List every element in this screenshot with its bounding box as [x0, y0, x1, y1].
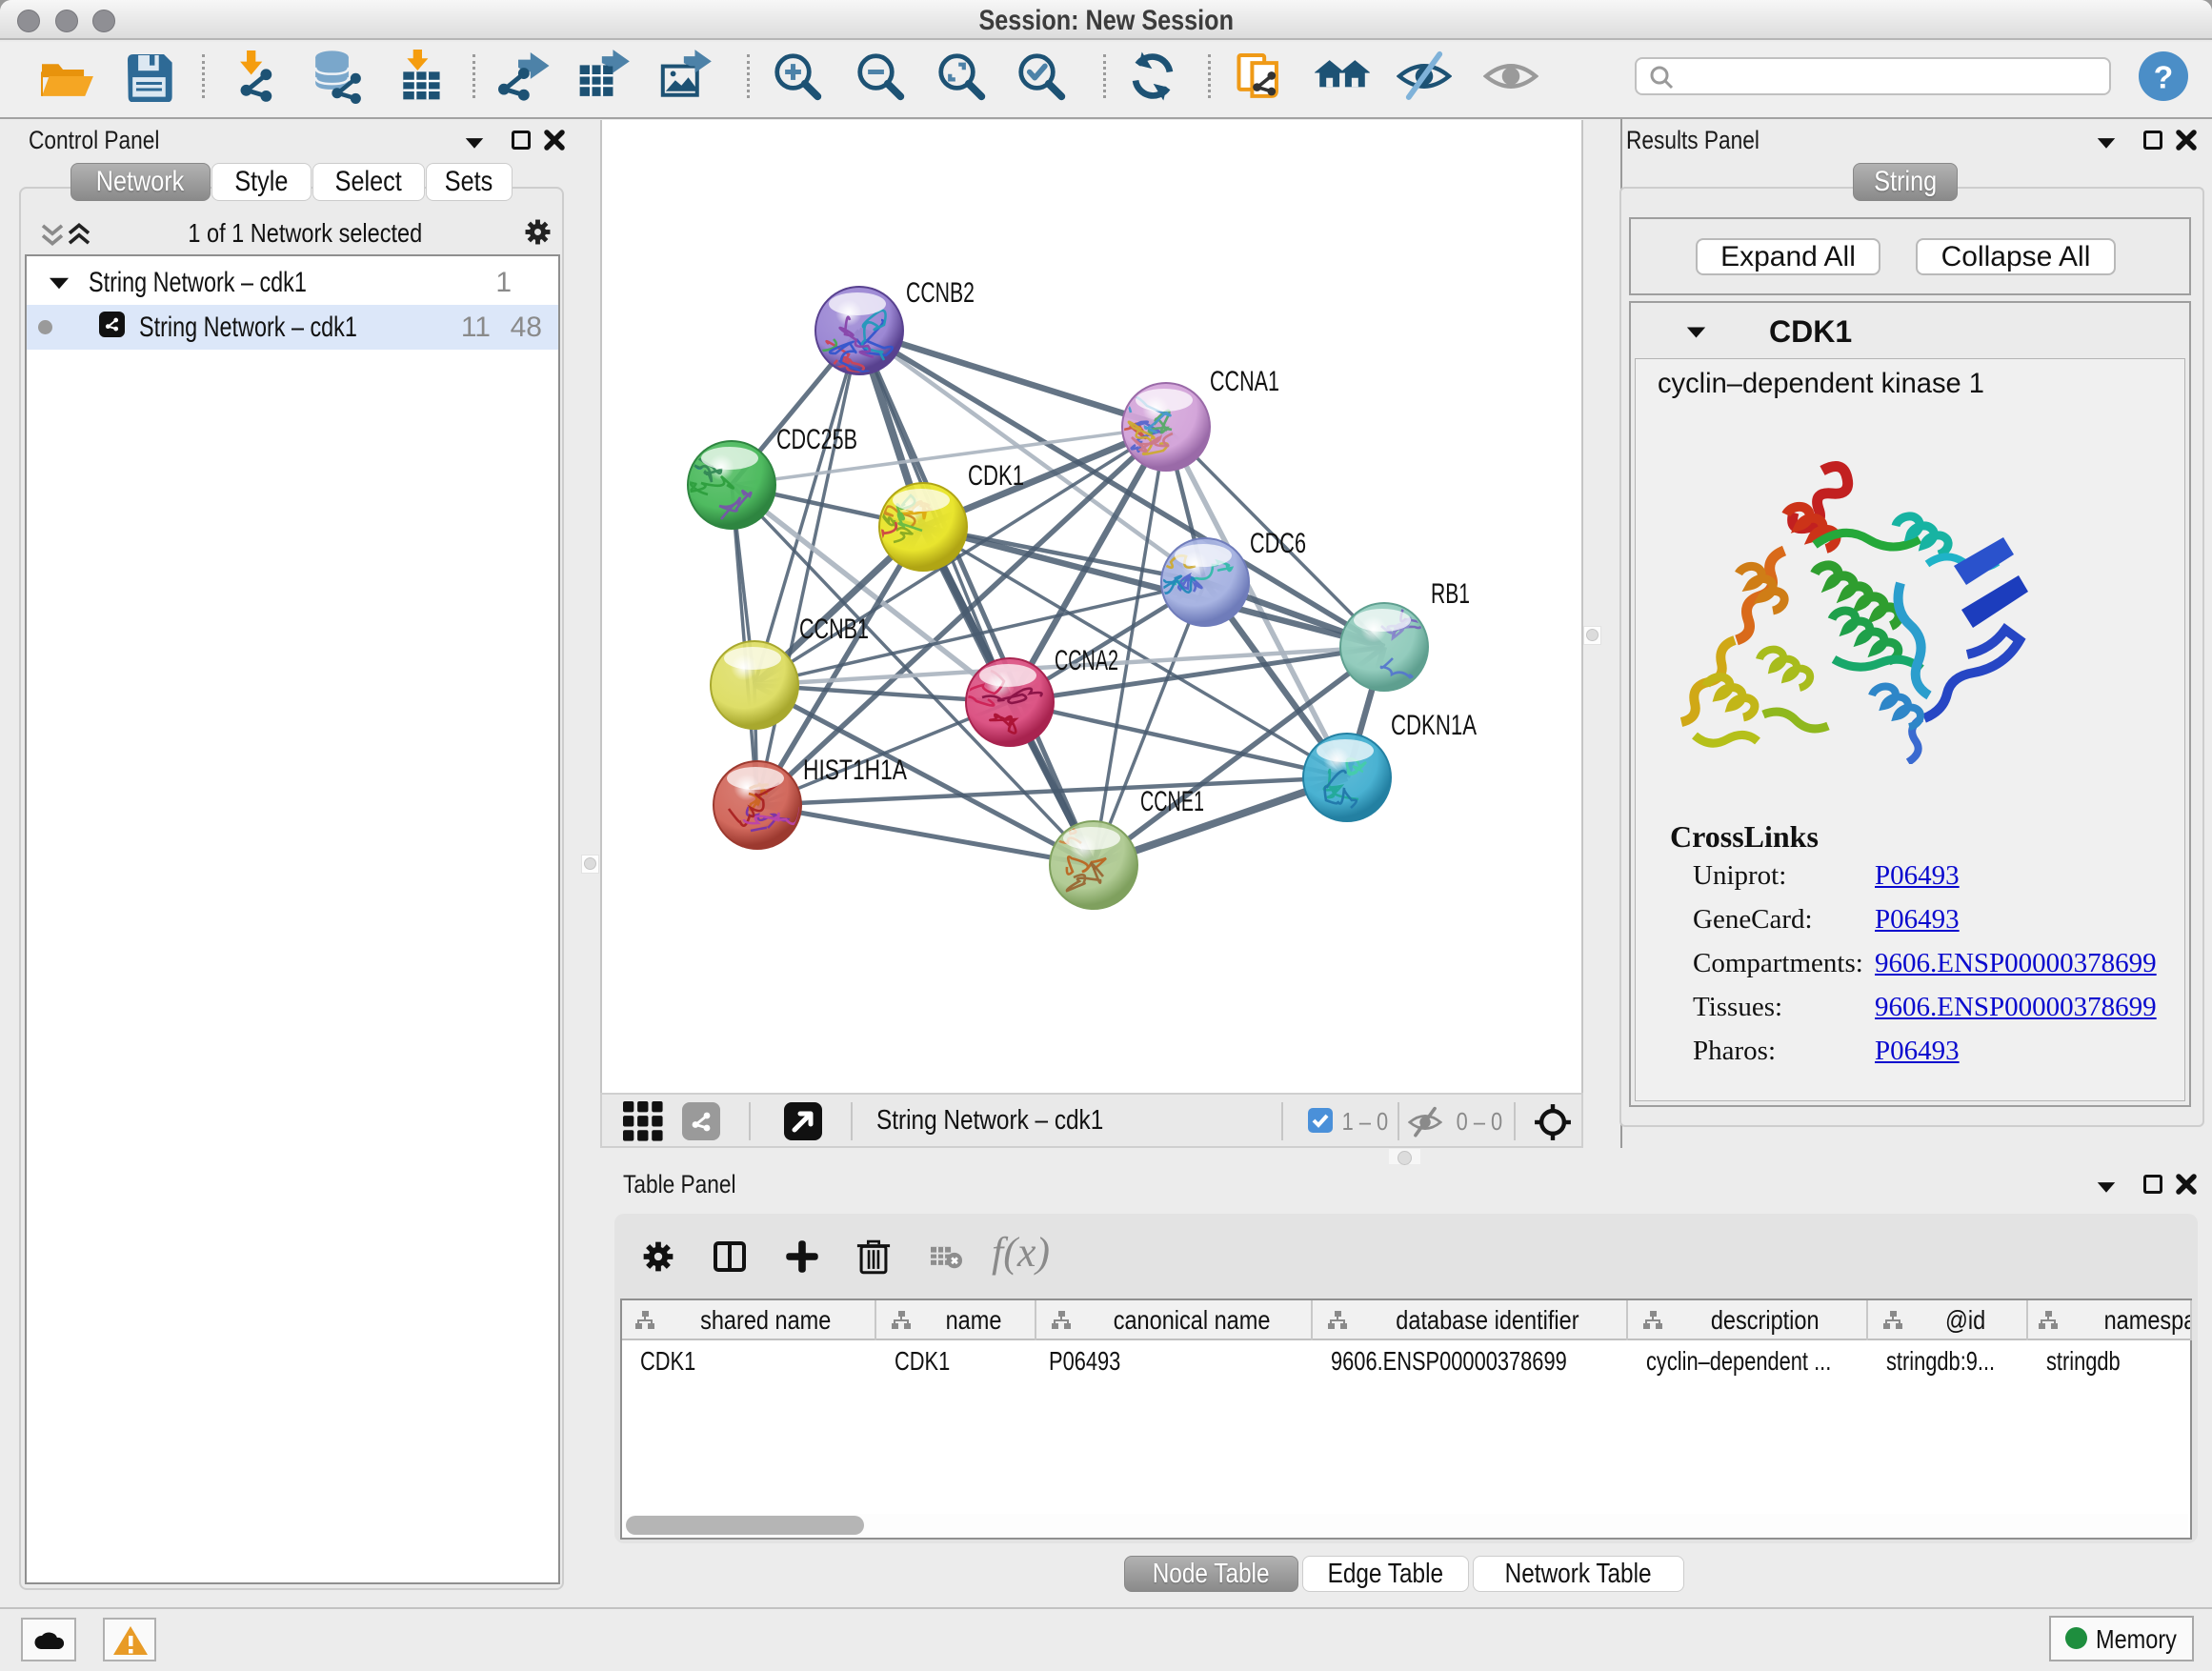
- svg-text:CCNB1: CCNB1: [799, 614, 869, 645]
- svg-text:CCNB2: CCNB2: [906, 277, 975, 309]
- svg-text:CCNE1: CCNE1: [1140, 786, 1204, 817]
- svg-text:RB1: RB1: [1431, 578, 1470, 610]
- svg-text:?: ?: [2154, 60, 2173, 95]
- svg-text:CDKN1A: CDKN1A: [1391, 710, 1477, 741]
- svg-text:CDK1: CDK1: [968, 460, 1024, 492]
- svg-text:HIST1H1A: HIST1H1A: [803, 755, 907, 786]
- svg-text:CCNA2: CCNA2: [1055, 645, 1118, 676]
- svg-text:CDC6: CDC6: [1250, 528, 1306, 559]
- svg-text:CCNA1: CCNA1: [1210, 366, 1279, 397]
- svg-text:CDC25B: CDC25B: [776, 424, 857, 455]
